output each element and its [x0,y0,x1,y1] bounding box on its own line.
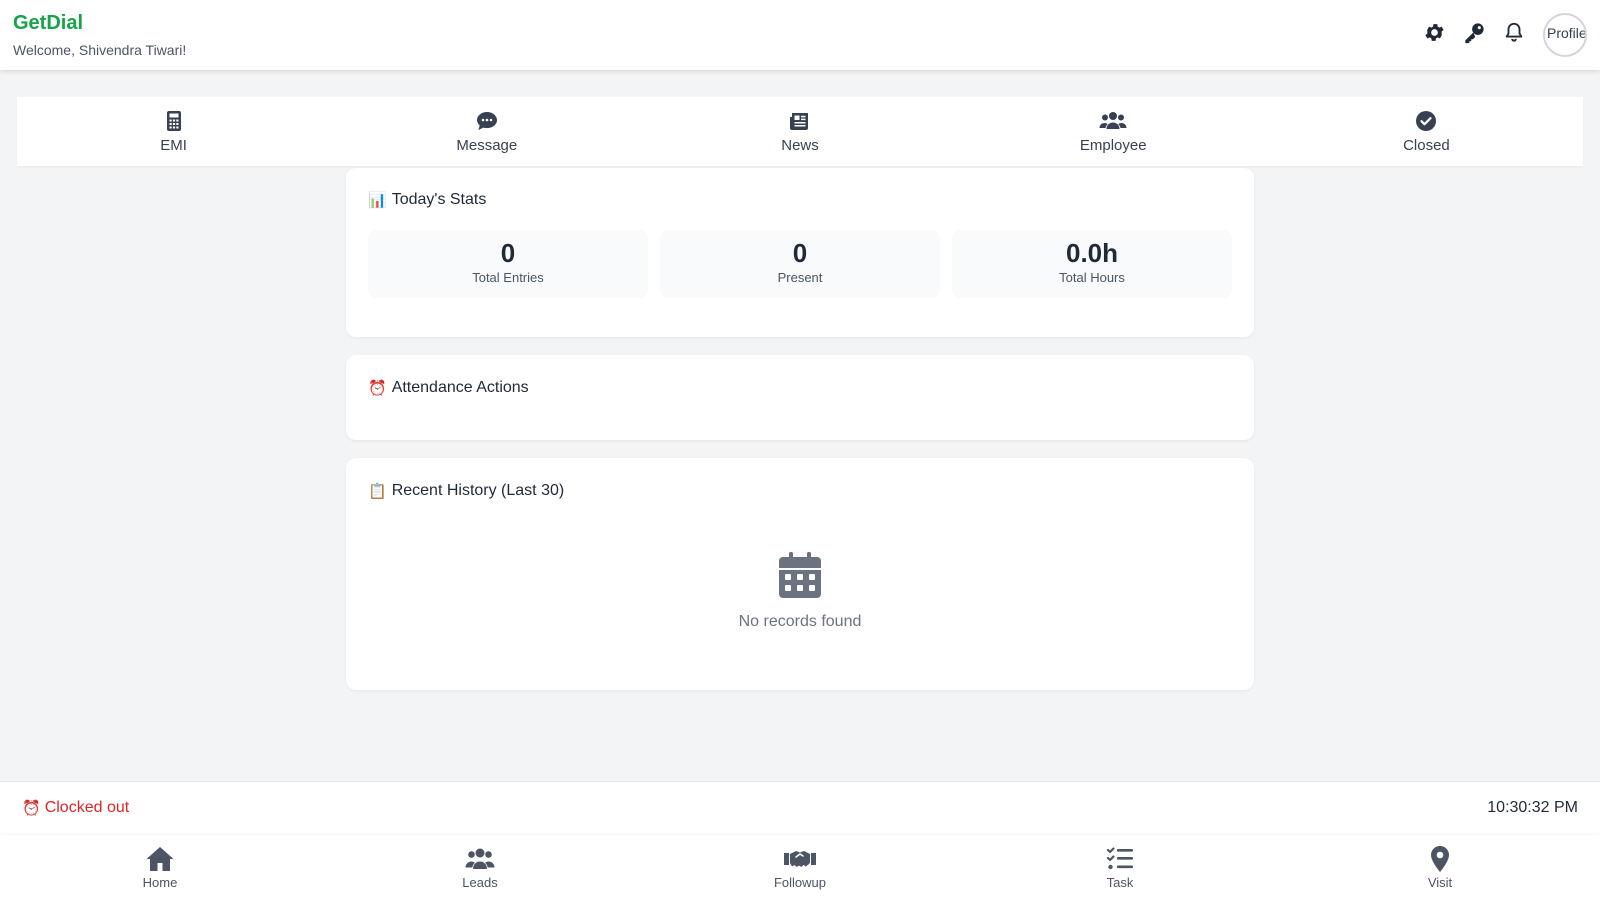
bottom-nav-label: Task [1106,875,1134,890]
map-pin-icon [1431,846,1449,872]
bell-icon[interactable] [1502,20,1526,44]
clock-status: ⏰ Clocked out [22,799,129,817]
users-icon [465,848,495,869]
card-title: 📋 Recent History (Last 30) [368,482,564,500]
stat-total-hours: 0.0h Total Hours [952,230,1232,298]
alarm-clock-icon: ⏰ [368,380,387,397]
bar-chart-icon: 📊 [368,192,387,209]
stat-label: Present [777,270,823,285]
bottom-nav-task[interactable]: Task [960,835,1280,899]
nav-item-news[interactable]: News [643,97,956,166]
alarm-clock-icon: ⏰ [22,800,41,817]
nav-item-label: News [781,137,819,154]
stat-label: Total Entries [472,270,544,285]
top-nav: EMI Message News Employee Closed [17,97,1583,166]
bottom-nav: Home Leads Followup Task Visit [0,835,1600,899]
calendar-icon [779,552,821,598]
attendance-title: Attendance Actions [391,379,529,396]
recent-history-card: 📋 Recent History (Last 30) No records fo… [346,458,1254,690]
nav-item-emi[interactable]: EMI [17,97,330,166]
nav-item-label: Closed [1403,137,1450,154]
calculator-icon [166,111,181,131]
tasks-icon [1106,847,1133,870]
avatar[interactable]: Profile [1543,13,1587,57]
card-title: 📊 Today's Stats [368,191,486,209]
stat-value: 0.0h [1065,238,1119,268]
stat-present: 0 Present [660,230,940,298]
newspaper-icon [790,113,808,130]
bottom-nav-followup[interactable]: Followup [640,835,960,899]
attendance-actions-card: ⏰ Attendance Actions [346,355,1254,440]
bottom-nav-label: Leads [462,875,498,890]
key-icon[interactable] [1462,20,1486,44]
check-circle-icon [1416,111,1437,131]
nav-item-label: Message [456,137,518,154]
history-title: Recent History (Last 30) [391,482,565,499]
users-icon [1099,112,1127,129]
bottom-nav-leads[interactable]: Leads [320,835,640,899]
stat-total-entries: 0 Total Entries [368,230,648,298]
bottom-nav-label: Home [142,875,178,890]
chat-bubble-icon [476,112,497,130]
nav-item-employee[interactable]: Employee [957,97,1270,166]
empty-state: No records found [346,552,1254,631]
empty-state-text: No records found [738,613,862,630]
nav-item-message[interactable]: Message [330,97,643,166]
clipboard-icon: 📋 [368,483,387,500]
avatar-alt-text: Profile [1547,25,1587,41]
stat-value: 0 [792,238,808,268]
app-header: GetDial Welcome, Shivendra Tiwari! Profi… [0,0,1600,70]
bottom-nav-label: Followup [773,875,827,890]
stats-title: Today's Stats [391,191,487,208]
status-bar: ⏰ Clocked out 10:30:32 PM [0,781,1600,835]
nav-item-label: Employee [1079,137,1147,154]
home-icon [146,847,174,871]
stat-value: 0 [500,238,516,268]
bottom-nav-visit[interactable]: Visit [1280,835,1600,899]
bottom-nav-label: Visit [1427,875,1453,890]
stat-label: Total Hours [1059,270,1125,285]
nav-item-closed[interactable]: Closed [1270,97,1583,166]
clock-status-text: Clocked out [44,799,130,816]
brand-logo[interactable]: GetDial [13,12,83,35]
welcome-message: Welcome, Shivendra Tiwari! [13,42,187,58]
bottom-nav-home[interactable]: Home [0,835,320,899]
nav-item-label: EMI [160,137,187,154]
current-time: 10:30:32 PM [1487,799,1578,816]
gear-icon[interactable] [1422,20,1446,44]
handshake-icon [784,851,816,867]
card-title: ⏰ Attendance Actions [368,379,529,397]
todays-stats-card: 📊 Today's Stats 0 Total Entries 0 Presen… [346,168,1254,337]
